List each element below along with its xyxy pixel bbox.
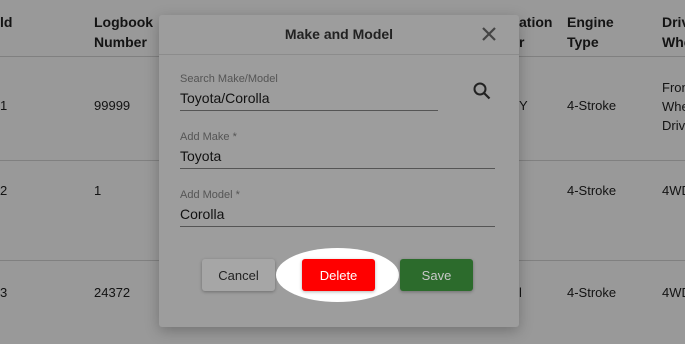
field-label: Search Make/Model: [180, 73, 278, 85]
close-icon: [482, 27, 496, 41]
field-label: Add Make *: [180, 131, 237, 143]
add-make-input[interactable]: [180, 144, 495, 169]
search-button[interactable]: [472, 81, 492, 101]
dialog-title: Make and Model: [284, 26, 394, 42]
search-icon: [473, 82, 491, 100]
field-label: Add Model *: [180, 189, 240, 201]
make-and-model-dialog: Make and Model Search Make/Model Add Mak…: [159, 15, 519, 327]
cancel-button[interactable]: Cancel: [202, 259, 275, 291]
dialog-header: Make and Model: [159, 15, 519, 55]
close-button[interactable]: [479, 24, 499, 44]
add-model-field: Add Model *: [180, 188, 495, 227]
save-button[interactable]: Save: [400, 259, 473, 291]
add-model-input[interactable]: [180, 202, 495, 227]
search-make-model-input[interactable]: [180, 86, 438, 111]
search-make-model-field: Search Make/Model: [180, 72, 438, 111]
delete-button[interactable]: Delete: [302, 259, 375, 291]
add-make-field: Add Make *: [180, 130, 495, 169]
